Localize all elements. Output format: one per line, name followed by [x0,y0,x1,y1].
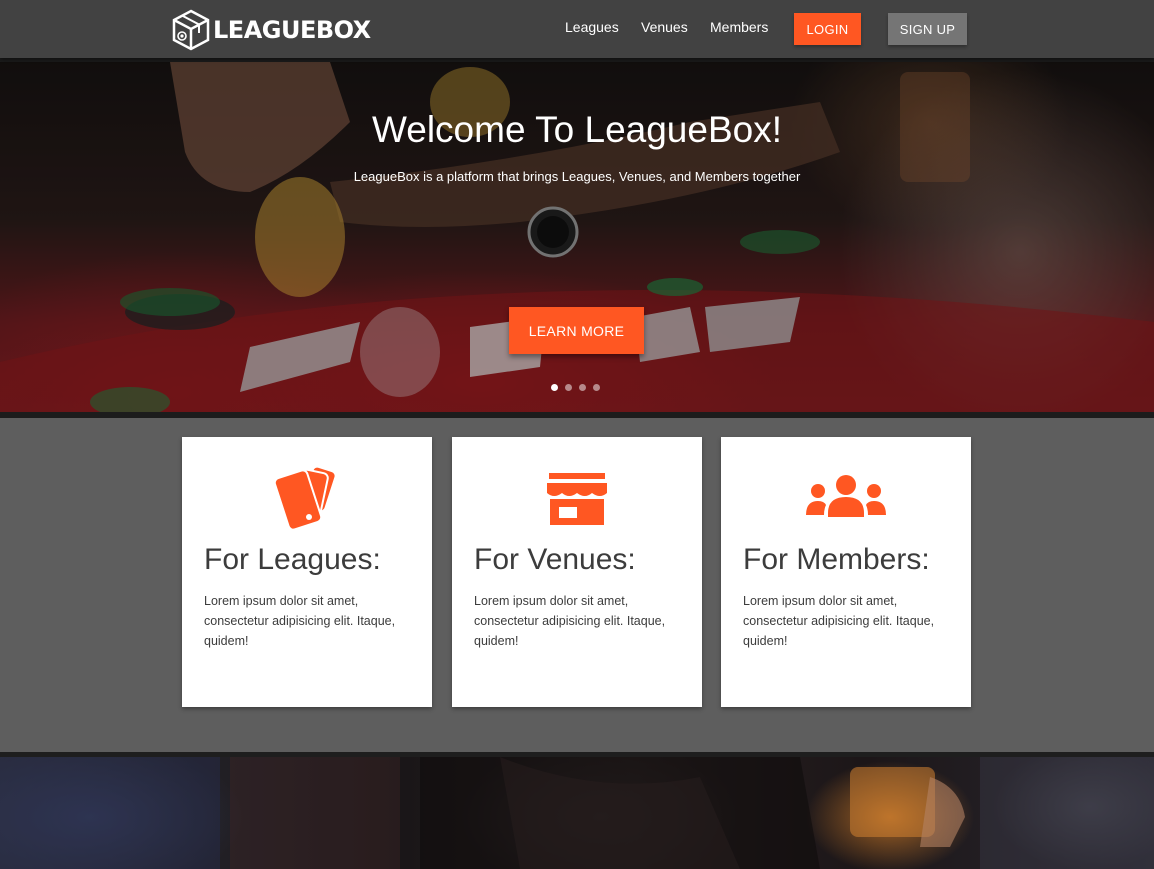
nav-link-leagues[interactable]: Leagues [565,19,619,35]
cards-icon [273,467,335,531]
carousel-indicators [551,384,600,391]
feature-card-leagues: For Leagues: Lorem ipsum dolor sit amet,… [182,437,432,707]
hero-subtitle: LeagueBox is a platform that brings Leag… [353,169,801,184]
nav-link-venues[interactable]: Venues [641,19,688,35]
hero-carousel: Welcome To LeagueBox! LeagueBox is a pla… [0,58,1154,418]
carousel-dot[interactable] [579,384,586,391]
bottom-background-image [0,757,1154,869]
box-logo-icon [172,9,210,51]
feature-card-members: For Members: Lorem ipsum dolor sit amet,… [721,437,971,707]
carousel-dot[interactable] [593,384,600,391]
hero-title: Welcome To LeagueBox! [372,109,782,150]
feature-text: Lorem ipsum dolor sit amet, consectetur … [474,594,666,648]
learn-more-button[interactable]: LEARN MORE [509,307,644,354]
feature-title: For Venues: [474,543,636,576]
feature-text: Lorem ipsum dolor sit amet, consectetur … [743,594,935,648]
carousel-dot[interactable] [551,384,558,391]
feature-title: For Members: [743,543,930,576]
feature-title: For Leagues: [204,543,381,576]
carousel-dot[interactable] [565,384,572,391]
store-icon [547,473,607,525]
group-icon [806,475,886,517]
features-section: For Leagues: Lorem ipsum dolor sit amet,… [0,418,1154,752]
feature-card-venues: For Venues: Lorem ipsum dolor sit amet, … [452,437,702,707]
brand-name: LEAGUEBOX [213,16,371,44]
feature-text: Lorem ipsum dolor sit amet, consectetur … [204,594,396,648]
nav-link-members[interactable]: Members [710,19,768,35]
bottom-parallax-section [0,752,1154,869]
navbar: LEAGUEBOX Leagues Venues Members LOGIN S… [0,0,1154,58]
signup-button[interactable]: SIGN UP [888,13,967,45]
login-button[interactable]: LOGIN [794,13,861,45]
bottom-photo-art [0,757,1154,869]
brand-logo[interactable]: LEAGUEBOX [171,9,371,51]
